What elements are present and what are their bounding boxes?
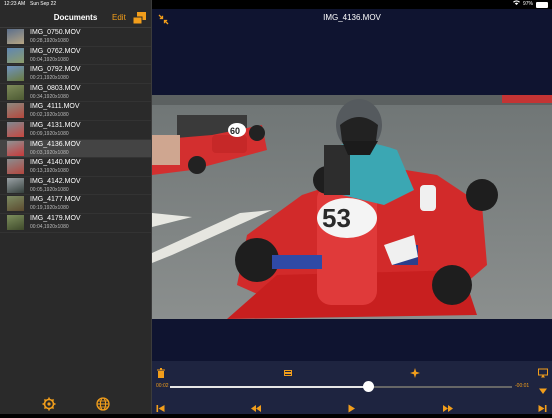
rear-kart-number: 60: [230, 126, 240, 136]
film-strip-icon[interactable]: [283, 365, 293, 376]
list-item[interactable]: IMG_4140.MOV 00:13,1920x1080: [0, 158, 151, 177]
wifi-icon: [512, 0, 520, 9]
file-name: IMG_4177.MOV: [30, 196, 81, 204]
video-thumbnail: [7, 47, 24, 63]
file-name: IMG_0803.MOV: [30, 84, 81, 92]
file-meta: 00:04,1920x1080: [30, 56, 69, 63]
file-meta: 00:09,1920x1080: [30, 130, 69, 137]
kart-number: 53: [322, 203, 351, 233]
list-item-selected[interactable]: IMG_4136.MOV 00:03,1920x1080: [0, 139, 151, 159]
sidebar-title: Documents: [53, 13, 98, 22]
scrubber-track[interactable]: [170, 381, 512, 392]
sidebar: Documents Edit IMG_0750.MOV 00:28,1920x10…: [0, 0, 152, 414]
status-date: Sun Sep 22: [30, 1, 57, 7]
video-thumbnail: [7, 66, 24, 82]
skip-to-end-icon[interactable]: [538, 400, 548, 412]
video-title: IMG_4136.MOV: [323, 13, 381, 22]
import-icon[interactable]: [132, 11, 146, 25]
rewind-icon[interactable]: [251, 400, 261, 412]
scrubber-thumb[interactable]: [363, 381, 375, 392]
file-name: IMG_4111.MOV: [30, 103, 80, 111]
sidebar-header: Documents Edit: [0, 9, 151, 28]
player-pane: IMG_4136.MOV 60 53 00:02 -00:01: [152, 0, 552, 414]
video-thumbnail: [7, 84, 24, 100]
play-icon[interactable]: [347, 400, 357, 413]
file-meta: 00:34,1920x1080: [30, 93, 69, 100]
status-bar: 12:23 AM Sun Sep 22 97%: [0, 0, 552, 9]
globe-icon[interactable]: [96, 397, 110, 411]
battery-percent: 97%: [522, 1, 533, 7]
airplay-icon[interactable]: [538, 365, 548, 378]
list-item[interactable]: IMG_4111.MOV 00:02,1920x1080: [0, 102, 151, 121]
file-name: IMG_4131.MOV: [30, 121, 81, 129]
edit-button[interactable]: Edit: [112, 13, 126, 22]
player-header: IMG_4136.MOV: [152, 9, 552, 27]
file-name: IMG_0750.MOV: [30, 29, 81, 36]
list-item[interactable]: IMG_0750.MOV 00:28,1920x1080: [0, 28, 151, 47]
video-thumbnail: [7, 159, 24, 175]
sidebar-toolbar: [0, 394, 151, 414]
file-list: IMG_0750.MOV 00:28,1920x1080 IMG_0762.MOV…: [0, 28, 151, 233]
gear-icon[interactable]: [42, 397, 56, 411]
remaining-time: -00:01: [515, 383, 530, 389]
list-item[interactable]: IMG_4131.MOV 00:09,1920x1080: [0, 121, 151, 140]
file-meta: 00:28,1920x1080: [30, 38, 69, 44]
trash-icon[interactable]: [156, 365, 166, 378]
file-meta: 00:13,1920x1080: [30, 168, 69, 175]
list-item[interactable]: IMG_4177.MOV 00:19,1920x1080: [0, 195, 151, 214]
file-name: IMG_0762.MOV: [30, 47, 81, 55]
video-thumbnail: [7, 196, 24, 212]
battery-icon: [536, 1, 548, 8]
list-item[interactable]: IMG_4179.MOV 00:04,1920x1080: [0, 214, 151, 233]
video-thumbnail: [7, 214, 24, 230]
video-area: 60 53: [152, 27, 552, 361]
file-name: IMG_4140.MOV: [30, 159, 81, 167]
video-frame[interactable]: 60 53: [152, 95, 552, 319]
current-time: 00:02: [156, 383, 169, 389]
video-thumbnail: [7, 103, 24, 119]
video-thumbnail: [7, 121, 24, 137]
file-meta: 00:19,1920x1080: [30, 205, 69, 212]
status-time: 12:23 AM: [4, 1, 26, 7]
status-right: 97%: [512, 0, 548, 9]
fast-forward-icon[interactable]: [443, 400, 453, 412]
file-meta: 00:02,1920x1080: [30, 112, 69, 119]
file-meta: 00:03,1920x1080: [30, 149, 69, 156]
list-item[interactable]: IMG_0792.MOV 00:21,1920x1080: [0, 65, 151, 84]
video-thumbnail: [7, 140, 24, 156]
chevron-down-icon[interactable]: [539, 382, 549, 394]
skip-to-start-icon[interactable]: [156, 400, 166, 412]
file-meta: 00:04,1920x1080: [30, 223, 69, 230]
list-item[interactable]: IMG_0762.MOV 00:04,1920x1080: [0, 47, 151, 66]
video-image: 60 53: [152, 95, 552, 319]
scrubber-progress: [170, 386, 369, 388]
video-thumbnail: [7, 177, 24, 193]
video-thumbnail: [7, 29, 24, 44]
list-item[interactable]: IMG_4142.MOV 00:05,1920x1080: [0, 177, 151, 196]
file-name: IMG_4142.MOV: [30, 177, 81, 185]
file-name: IMG_0792.MOV: [30, 66, 81, 74]
file-meta: 00:05,1920x1080: [30, 186, 69, 193]
file-name: IMG_4179.MOV: [30, 214, 81, 222]
playback-controls: 00:02 -00:01: [152, 361, 552, 414]
list-item[interactable]: IMG_0803.MOV 00:34,1920x1080: [0, 84, 151, 103]
file-meta: 00:21,1920x1080: [30, 75, 69, 82]
file-name: IMG_4136.MOV: [30, 140, 81, 148]
snowflake-icon[interactable]: [410, 365, 420, 378]
